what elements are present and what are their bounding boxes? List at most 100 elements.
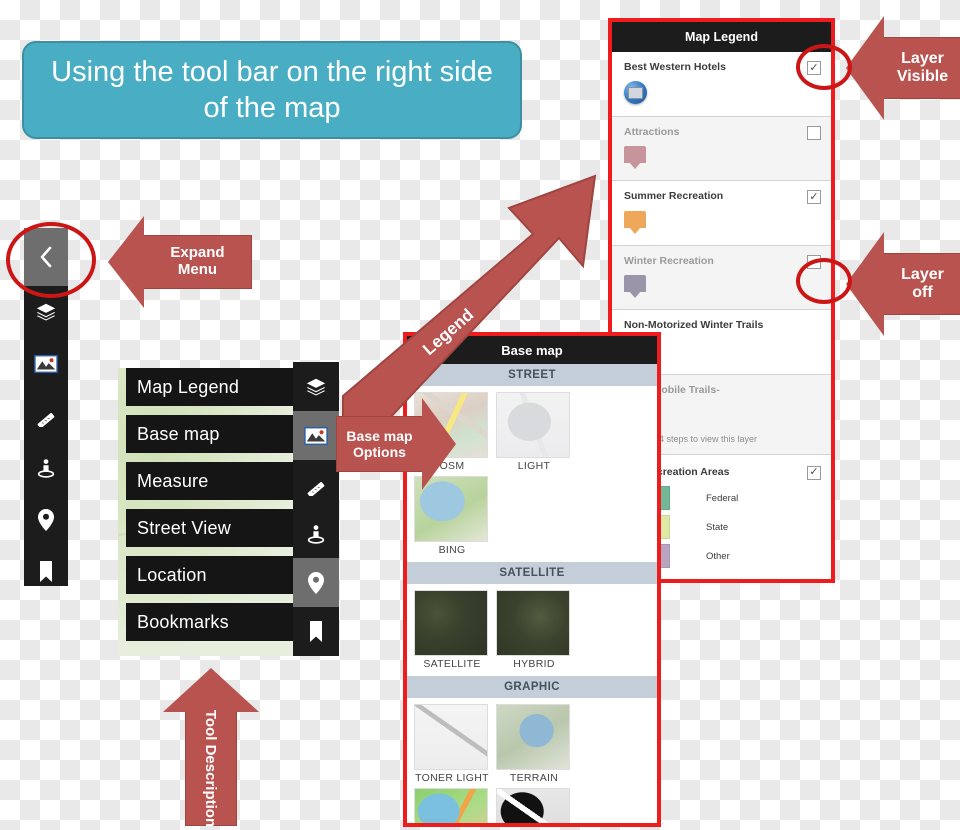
highlight-ellipse-layer-visible-checkbox <box>796 44 852 90</box>
toolbar-button-location[interactable] <box>24 494 68 546</box>
annotation-label-tool-description: Tool Description <box>202 709 220 828</box>
base-map-option-toner[interactable]: TONER <box>496 788 572 823</box>
annotation-label-layer-off-line1: Layer <box>901 266 944 284</box>
menu-item-label: Street View <box>137 517 231 538</box>
base-map-group-satellite[interactable]: SATELLITE HYBRID <box>407 584 657 676</box>
base-map-option-label: LIGHT <box>517 460 551 472</box>
legend-row[interactable]: Attractions <box>612 116 831 182</box>
location-pin-icon <box>308 571 324 594</box>
street-view-person-icon <box>37 459 55 478</box>
legend-class-label: State <box>706 521 729 533</box>
menu-item-label: Map Legend <box>137 376 240 397</box>
annotation-label-basemap-line2: Options <box>353 444 406 460</box>
legend-layer-name: Non-Motorized Winter Trails <box>624 319 764 332</box>
base-map-thumbnail <box>496 704 570 770</box>
highlight-ellipse-layer-off-checkbox <box>796 258 852 304</box>
legend-checkbox-attractions[interactable] <box>807 125 821 140</box>
legend-row[interactable]: Summer Recreation ✓ <box>612 181 831 246</box>
menu-item-street-view[interactable]: Street View <box>126 509 318 547</box>
toolbar-button-bookmarks[interactable] <box>24 546 68 598</box>
base-map-option-satellite[interactable]: SATELLITE <box>414 590 490 670</box>
base-map-option-terrain[interactable]: TERRAIN <box>496 704 572 784</box>
arrow-head-icon <box>422 398 456 490</box>
toolbar-button-base-map[interactable] <box>24 338 68 390</box>
base-map-option-label: HYBRID <box>513 658 555 670</box>
menu-item-location[interactable]: Location <box>126 556 318 594</box>
measure-ruler-icon <box>307 481 325 496</box>
expanded-toolbar-button-location[interactable] <box>293 558 339 607</box>
legend-symbol <box>624 80 821 106</box>
legend-checkbox-summer-recreation[interactable]: ✓ <box>807 190 821 205</box>
annotation-label-layer-visible-line1: Layer <box>901 50 944 68</box>
legend-checkbox-wa-recreation-areas[interactable]: ✓ <box>807 465 821 480</box>
base-map-option-watercolor[interactable]: WATERCOLOR <box>414 788 490 823</box>
legend-class-label: Federal <box>706 492 739 504</box>
base-map-thumbnail <box>414 788 488 823</box>
base-map-option-hybrid[interactable]: HYBRID <box>496 590 572 670</box>
legend-symbol <box>624 144 821 170</box>
base-map-group-title-satellite: SATELLITE <box>407 562 657 584</box>
expanded-tool-menu[interactable]: Map Legend Base map Measure Street View … <box>126 368 318 650</box>
expanded-toolbar[interactable] <box>293 362 339 656</box>
menu-item-base-map[interactable]: Base map <box>126 415 318 453</box>
legend-symbol <box>624 273 821 299</box>
arrow-head-icon <box>108 216 144 308</box>
location-pin-icon <box>38 509 54 531</box>
base-map-option-toner-light[interactable]: TONER LIGHT <box>414 704 490 784</box>
annotation-label-layer-visible-line2: Visible <box>896 68 949 85</box>
annotation-label-basemap-line1: Base map <box>346 427 413 444</box>
legend-layer-name: Attractions <box>624 125 680 138</box>
page-title-banner: Using the tool bar on the right side of … <box>22 41 522 139</box>
expanded-toolbar-button-base-map[interactable] <box>293 411 339 460</box>
expanded-toolbar-button-bookmarks[interactable] <box>293 607 339 656</box>
circle-hotel-icon <box>624 81 647 105</box>
expanded-toolbar-button-map-legend[interactable] <box>293 362 339 411</box>
legend-class-row: Other <box>646 544 821 569</box>
base-map-option-label: TERRAIN <box>509 772 559 784</box>
map-legend-title: Map Legend <box>612 22 831 52</box>
base-map-thumbnail <box>414 704 488 770</box>
expanded-toolbar-button-measure[interactable] <box>293 460 339 509</box>
layers-icon <box>306 378 326 396</box>
expanded-toolbar-button-street-view[interactable] <box>293 509 339 558</box>
base-map-option-label: BING <box>438 544 466 556</box>
base-map-group-graphic[interactable]: TONER LIGHT TERRAIN WATERCOLOR TONER <box>407 698 657 823</box>
measure-ruler-icon <box>37 412 55 427</box>
layers-icon <box>36 303 56 321</box>
base-map-thumbnail <box>414 590 488 656</box>
menu-item-measure[interactable]: Measure <box>126 462 318 500</box>
legend-class-label: Other <box>706 550 730 562</box>
pin-symbol-icon <box>624 210 646 233</box>
highlight-ellipse-collapse-button <box>6 222 96 298</box>
base-map-thumbnail <box>496 788 570 823</box>
menu-item-label: Base map <box>137 423 220 444</box>
base-map-option-label: TONER LIGHT <box>415 772 489 784</box>
bookmark-icon <box>40 561 52 582</box>
annotation-arrow-basemap-options: Base map Options <box>336 398 456 490</box>
menu-item-map-legend[interactable]: Map Legend <box>126 368 318 406</box>
toolbar-button-measure[interactable] <box>24 390 68 442</box>
pin-symbol-icon <box>624 275 646 297</box>
annotation-arrow-layer-visible: Layer Visible <box>846 16 960 120</box>
street-view-person-icon <box>307 524 325 544</box>
annotation-arrow-expand-menu: Expand Menu <box>108 216 252 308</box>
base-map-option-label: SATELLITE <box>423 658 481 670</box>
menu-item-label: Measure <box>137 470 209 491</box>
menu-item-label: Bookmarks <box>137 611 229 632</box>
basemap-image-icon <box>304 426 328 445</box>
legend-class-row: Federal <box>646 486 821 511</box>
legend-class-row: State <box>646 515 821 540</box>
pin-symbol-icon <box>624 146 646 168</box>
basemap-image-icon <box>34 354 58 374</box>
bookmark-icon <box>310 620 322 642</box>
legend-layer-name: Summer Recreation <box>624 190 724 203</box>
menu-item-bookmarks[interactable]: Bookmarks <box>126 603 318 641</box>
annotation-arrow-layer-off: Layer off <box>846 232 960 336</box>
legend-layer-name: Best Western Hotels <box>624 61 726 73</box>
annotation-label-expand-menu: Expand Menu <box>144 235 252 289</box>
arrow-head-icon <box>163 668 259 712</box>
toolbar-button-street-view[interactable] <box>24 442 68 494</box>
page-title: Using the tool bar on the right side of … <box>51 55 493 124</box>
base-map-group-title-graphic: GRAPHIC <box>407 676 657 698</box>
legend-layer-name: Winter Recreation <box>624 254 714 267</box>
